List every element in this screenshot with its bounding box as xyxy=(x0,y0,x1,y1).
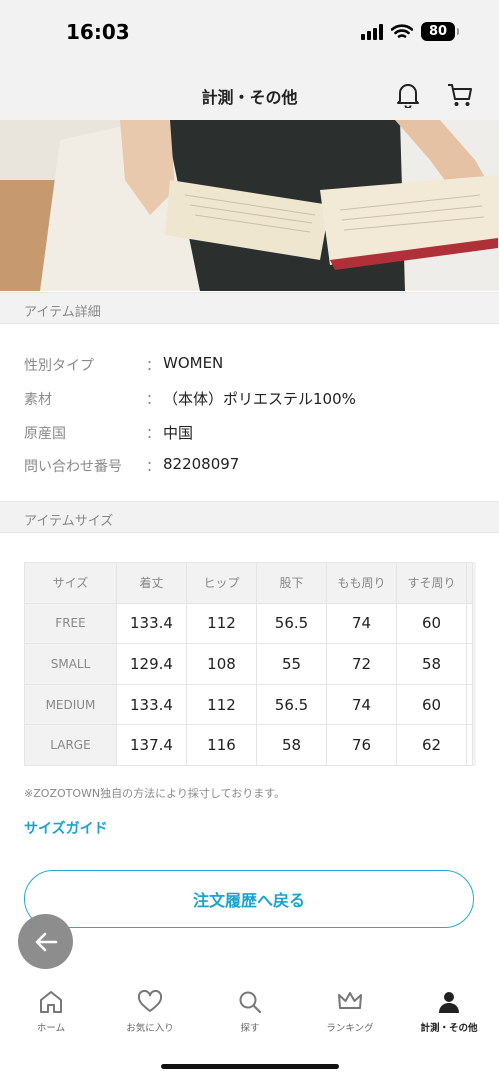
battery-icon: 80 xyxy=(421,22,459,41)
table-cell: 62 xyxy=(396,724,467,766)
tab-home[interactable]: ホーム xyxy=(1,990,101,1034)
size-guide-link[interactable]: サイズガイド xyxy=(24,818,108,838)
status-bar: 16:03 80 xyxy=(0,0,499,68)
product-image xyxy=(0,120,499,291)
detail-label: 問い合わせ番号 xyxy=(24,459,122,475)
size-name: MEDIUM xyxy=(24,683,117,726)
column-header: すそ周り xyxy=(396,562,467,604)
arrow-left-icon xyxy=(35,932,57,951)
tab-label: 計測・その他 xyxy=(420,1023,478,1034)
table-cell: 58 xyxy=(396,643,467,685)
table-cell-edge xyxy=(466,683,473,726)
size-table-scroll[interactable]: サイズ 着丈 ヒップ 股下 もも周り すそ周り FREE 133.4 112 5… xyxy=(24,562,476,766)
column-edge xyxy=(466,562,473,604)
detail-colon: ： xyxy=(146,426,160,442)
wifi-icon xyxy=(391,23,413,38)
detail-label: 素材 xyxy=(24,392,52,408)
search-icon xyxy=(239,991,262,1014)
detail-value: WOMEN xyxy=(163,354,224,372)
table-cell: 74 xyxy=(326,683,397,726)
detail-row-material: 素材 ： （本体）ポリエステル100% xyxy=(24,389,484,413)
table-cell: 56.5 xyxy=(256,683,327,726)
table-cell: 112 xyxy=(186,602,257,645)
table-cell: 133.4 xyxy=(116,602,187,645)
detail-value: 82208097 xyxy=(163,455,240,473)
size-table-header-row: サイズ 着丈 ヒップ 股下 もも周り すそ周り xyxy=(24,562,473,604)
tab-measurement-other[interactable]: 計測・その他 xyxy=(399,990,499,1034)
detail-value: 中国 xyxy=(163,424,194,442)
detail-colon: ： xyxy=(146,358,160,374)
detail-row-inquiry-number: 問い合わせ番号 ： 82208097 xyxy=(24,455,484,480)
table-cell: 56.5 xyxy=(256,602,327,645)
tab-label: 探す xyxy=(240,1023,260,1034)
signal-icon xyxy=(361,23,383,40)
detail-row-gender: 性別タイプ ： WOMEN xyxy=(24,354,484,379)
detail-label: 性別タイプ xyxy=(24,358,94,374)
detail-value: （本体）ポリエステル100% xyxy=(163,390,356,408)
bell-icon[interactable] xyxy=(396,82,420,108)
tab-favorites[interactable]: お気に入り xyxy=(100,990,200,1034)
column-header: サイズ xyxy=(24,562,117,604)
status-time: 16:03 xyxy=(66,20,130,44)
status-icons: 80 xyxy=(361,22,459,41)
detail-row-origin: 原産国 ： 中国 xyxy=(24,423,484,447)
measurement-note: ※ZOZOTOWN独自の方法により採寸しております。 xyxy=(24,787,286,800)
item-size-header: アイテムサイズ xyxy=(0,501,499,533)
table-cell: 55 xyxy=(256,643,327,685)
heart-icon xyxy=(137,990,163,1012)
table-cell: 60 xyxy=(396,683,467,726)
size-table: サイズ 着丈 ヒップ 股下 もも周り すそ周り FREE 133.4 112 5… xyxy=(24,562,473,766)
home-icon xyxy=(40,991,62,1013)
table-cell: 108 xyxy=(186,643,257,685)
item-size-title: アイテムサイズ xyxy=(24,514,114,529)
back-to-order-history-button[interactable]: 注文履歴へ戻る xyxy=(24,870,474,928)
table-row: MEDIUM 133.4 112 56.5 74 60 xyxy=(24,683,473,726)
column-header: もも周り xyxy=(326,562,397,604)
table-cell: 129.4 xyxy=(116,643,187,685)
item-details-header: アイテム詳細 xyxy=(0,292,499,324)
table-row: SMALL 129.4 108 55 72 58 xyxy=(24,643,473,685)
table-cell: 133.4 xyxy=(116,683,187,726)
table-cell-edge xyxy=(466,602,473,645)
tab-ranking[interactable]: ランキング xyxy=(300,990,400,1034)
cart-icon[interactable] xyxy=(446,82,474,108)
table-cell: 60 xyxy=(396,602,467,645)
detail-colon: ： xyxy=(146,459,160,475)
person-icon xyxy=(439,992,459,1013)
column-header: 着丈 xyxy=(116,562,187,604)
back-button[interactable] xyxy=(18,914,73,969)
item-details-title: アイテム詳細 xyxy=(24,305,101,320)
home-indicator xyxy=(161,1064,339,1069)
tab-label: ホーム xyxy=(36,1023,66,1034)
column-header: ヒップ xyxy=(186,562,257,604)
page-title: 計測・その他 xyxy=(201,88,298,107)
column-header: 股下 xyxy=(256,562,327,604)
table-cell-edge xyxy=(466,643,473,685)
tab-search[interactable]: 探す xyxy=(200,990,300,1034)
crown-icon xyxy=(338,992,362,1009)
table-cell: 137.4 xyxy=(116,724,187,766)
table-cell: 58 xyxy=(256,724,327,766)
detail-label: 原産国 xyxy=(24,426,66,442)
tab-label: ランキング xyxy=(326,1023,374,1034)
size-name: LARGE xyxy=(24,724,117,766)
table-row: LARGE 137.4 116 58 76 62 xyxy=(24,724,473,766)
app-header: 計測・その他 xyxy=(0,68,499,120)
table-cell: 74 xyxy=(326,602,397,645)
table-cell-edge xyxy=(466,724,473,766)
size-name: FREE xyxy=(24,602,117,645)
table-cell: 112 xyxy=(186,683,257,726)
table-cell: 72 xyxy=(326,643,397,685)
table-cell: 116 xyxy=(186,724,257,766)
detail-colon: ： xyxy=(146,392,160,408)
table-row: FREE 133.4 112 56.5 74 60 xyxy=(24,602,473,645)
table-cell: 76 xyxy=(326,724,397,766)
size-name: SMALL xyxy=(24,643,117,685)
tab-label: お気に入り xyxy=(126,1023,174,1034)
